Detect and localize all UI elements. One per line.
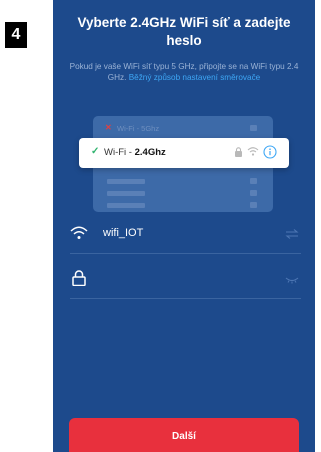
- wifi-name-field[interactable]: wifi_IOT: [70, 214, 301, 254]
- lock-placeholder-icon: [250, 125, 257, 131]
- switch-network-icon[interactable]: [285, 228, 299, 240]
- cross-icon: ✕: [105, 123, 112, 132]
- placeholder-box: [250, 202, 257, 208]
- wifi-5ghz-label: Wi-Fi - 5Ghz: [117, 124, 160, 133]
- info-icon[interactable]: [263, 145, 277, 159]
- wifi-icon: [70, 226, 88, 239]
- lock-icon: [235, 147, 242, 157]
- page-title: Vyberte 2.4GHz WiFi síť a zadejte heslo: [77, 15, 291, 48]
- hide-password-icon[interactable]: [285, 273, 299, 285]
- wifi-5ghz-row: ✕ Wi-Fi - 5Ghz: [93, 121, 273, 135]
- placeholder-box: [250, 190, 257, 196]
- next-button[interactable]: Další: [69, 418, 299, 452]
- page-subtitle: Pokud je vaše WiFi síť typu 5 GHz, připo…: [53, 61, 315, 83]
- password-field[interactable]: [70, 259, 301, 299]
- placeholder-bar: [107, 191, 145, 196]
- check-icon: ✓: [91, 146, 100, 157]
- placeholder-bar: [107, 179, 145, 184]
- router-setup-link[interactable]: Běžný způsob nastavení směrovače: [129, 73, 261, 82]
- placeholder-bar: [107, 203, 145, 208]
- step-number-badge: 4: [5, 22, 27, 48]
- app-screen: Vyberte 2.4GHz WiFi síť a zadejte heslo …: [53, 0, 315, 452]
- wifi-name-value[interactable]: wifi_IOT: [103, 227, 143, 239]
- wifi-icon: [247, 147, 259, 156]
- selected-network-card: ✓ Wi-Fi - 2.4Ghz: [79, 138, 289, 168]
- selected-network-name: Wi-Fi - 2.4Ghz: [104, 147, 166, 158]
- lock-icon: [72, 270, 86, 286]
- placeholder-box: [250, 178, 257, 184]
